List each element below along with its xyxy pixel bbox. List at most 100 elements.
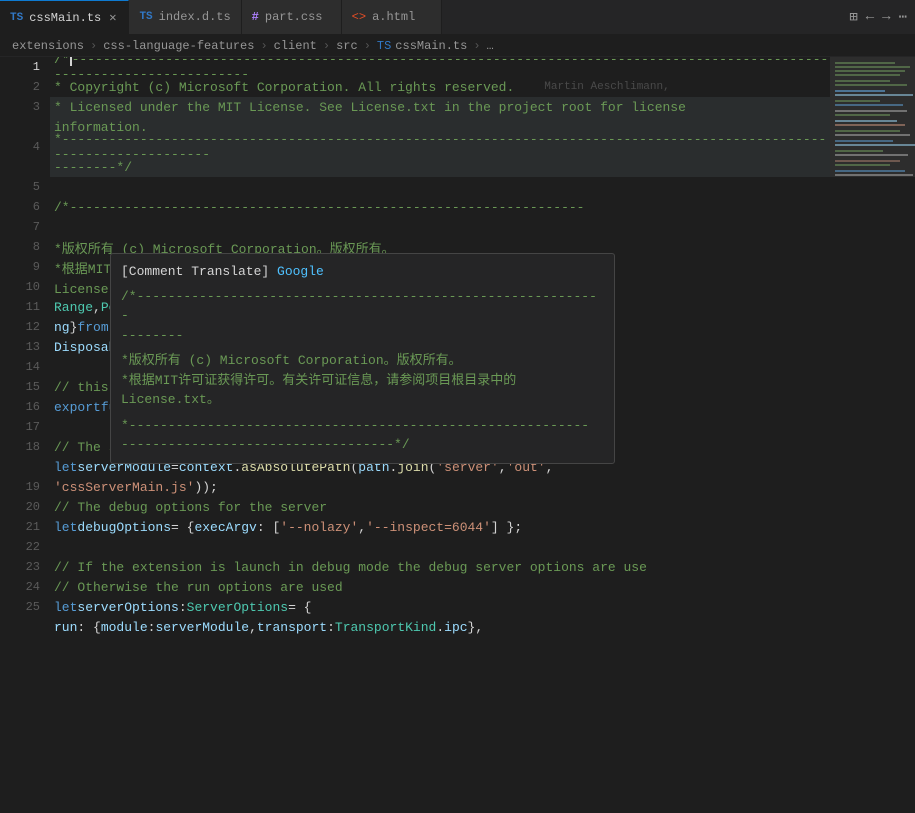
line-num-8: 8 (0, 237, 40, 257)
breadcrumb-css-lang[interactable]: css-language-features (103, 39, 254, 53)
minimap (830, 57, 915, 791)
tooltip-line-1: /*--------------------------------------… (121, 287, 604, 326)
code-line-22: // If the extension is launch in debug m… (50, 557, 830, 577)
breadcrumb-file[interactable]: cssMain.ts (395, 39, 467, 53)
breadcrumb-sep-1: › (90, 39, 97, 53)
tab-aHtml[interactable]: <> a.html (342, 0, 442, 34)
tab-cssMain-label: cssMain.ts (29, 11, 101, 25)
tooltip-body: /*--------------------------------------… (121, 287, 604, 455)
breadcrumb-sep-3: › (323, 39, 330, 53)
breadcrumb-client[interactable]: client (274, 39, 317, 53)
navigate-back-icon[interactable]: ← (866, 9, 874, 25)
blame-line-2: * Copyright (c) Microsoft Corporation. A… (50, 77, 830, 97)
breadcrumb: extensions › css-language-features › cli… (0, 35, 915, 57)
tab-indexDts-label: index.d.ts (159, 10, 231, 24)
line-23-text: // Otherwise the run options are used (54, 580, 343, 595)
line-num-18b (0, 457, 40, 477)
line-num-9: 9 (0, 257, 40, 277)
minimap-viewport[interactable] (830, 57, 915, 177)
line-numbers: 1 2 3 4 5 6 7 8 9 10 11 12 13 14 15 16 1… (0, 57, 50, 791)
blame-author: Martin Aeschlimann, (544, 81, 669, 93)
tooltip-line-4: *根据MIT许可证获得许可。有关许可证信息，请参阅项目根目录中的 (121, 371, 604, 391)
line-num-16: 16 (0, 397, 40, 417)
tab-cssMain[interactable]: TS cssMain.ts ✕ (0, 0, 129, 34)
code-line-19: // The debug options for the server (50, 497, 830, 517)
line-num-3b (0, 117, 40, 137)
tab-bar: TS cssMain.ts ✕ TS index.d.ts # part.css… (0, 0, 915, 35)
line-num-3: 3 (0, 97, 40, 117)
breadcrumb-ellipsis[interactable]: … (487, 39, 494, 53)
editor: 1 2 3 4 5 6 7 8 9 10 11 12 13 14 15 16 1… (0, 57, 915, 791)
code-line-21 (50, 537, 830, 557)
split-editor-icon[interactable]: ⊞ (849, 9, 857, 26)
code-line-23: // Otherwise the run options are used (50, 577, 830, 597)
line-num-7: 7 (0, 217, 40, 237)
blame-line-1: /*--------------------------------------… (50, 57, 830, 77)
code-line-7 (50, 217, 830, 237)
ts-icon: TS (10, 12, 23, 24)
more-actions-icon[interactable]: ⋯ (899, 9, 907, 26)
tab-close-cssMain[interactable]: ✕ (107, 10, 118, 25)
line-num-23: 23 (0, 557, 40, 577)
breadcrumb-sep-4: › (364, 39, 371, 53)
breadcrumb-ts-icon: TS (377, 39, 391, 53)
line-4b-text: --------*/ (54, 160, 132, 175)
line-6-text: /*--------------------------------------… (54, 200, 585, 215)
code-line-18b: 'cssServerMain.js')); (50, 477, 830, 497)
line-num-25: 25 (0, 597, 40, 617)
css-icon: # (252, 10, 259, 24)
tooltip-google-link[interactable]: Google (277, 264, 324, 279)
ts-icon-2: TS (139, 11, 152, 23)
html-icon: <> (352, 10, 366, 24)
tab-indexDts[interactable]: TS index.d.ts (129, 0, 241, 34)
breadcrumb-sep-2: › (260, 39, 267, 53)
breadcrumb-sep-5: › (473, 39, 480, 53)
line-num-2: 2 (0, 77, 40, 97)
line-2-code: * Copyright (c) Microsoft Corporation. A… (54, 80, 514, 95)
code-line-6: /*--------------------------------------… (50, 197, 830, 217)
tooltip-line-2: -------- (121, 326, 604, 346)
line-num-4b (0, 157, 40, 177)
line-num-4: 4 (0, 137, 40, 157)
tooltip-line-7: -----------------------------------*/ (121, 435, 604, 455)
line-num-21: 21 (0, 517, 40, 537)
tooltip-prefix: [Comment Translate] (121, 264, 277, 279)
line-15-export: export (54, 400, 101, 415)
code-line-20: let debugOptions = { execArgv: ['--nolaz… (50, 517, 830, 537)
tooltip-title: [Comment Translate] Google (121, 262, 604, 283)
code-line-25: run: { module: serverModule, transport: … (50, 617, 830, 637)
tab-partCss[interactable]: # part.css (242, 0, 342, 34)
line-num-18: 18 (0, 437, 40, 457)
line-num-5: 5 (0, 177, 40, 197)
line-3-text: * Licensed under the MIT License. See Li… (54, 100, 686, 115)
code-line-4b: --------*/ (50, 157, 830, 177)
line-19-text: // The debug options for the server (54, 500, 327, 515)
code-line-4: *---------------------------------------… (50, 137, 830, 157)
line-num-19: 19 (0, 477, 40, 497)
tooltip-line-5: License.txt。 (121, 390, 604, 410)
line-num-13: 13 (0, 337, 40, 357)
line-num-10: 10 (0, 277, 40, 297)
line-num-12: 12 (0, 317, 40, 337)
navigate-forward-icon[interactable]: → (882, 9, 890, 25)
line-22-text: // If the extension is launch in debug m… (54, 560, 647, 575)
tab-aHtml-label: a.html (372, 10, 415, 24)
line-num-20: 20 (0, 497, 40, 517)
breadcrumb-extensions[interactable]: extensions (12, 39, 84, 53)
translate-tooltip: [Comment Translate] Google /*-----------… (110, 253, 615, 464)
line-num-14: 14 (0, 357, 40, 377)
line-num-11: 11 (0, 297, 40, 317)
tab-actions: ⊞ ← → ⋯ (841, 0, 915, 34)
tab-partCss-label: part.css (265, 10, 323, 24)
line-num-24: 24 (0, 577, 40, 597)
code-line-5 (50, 177, 830, 197)
line-num-1: 1 (0, 57, 40, 77)
code-line-3: * Licensed under the MIT License. See Li… (50, 97, 830, 117)
tooltip-line-6: *---------------------------------------… (121, 416, 604, 436)
line-num-22: 22 (0, 537, 40, 557)
code-area[interactable]: /*--------------------------------------… (50, 57, 915, 791)
line-num-17: 17 (0, 417, 40, 437)
line-num-6: 6 (0, 197, 40, 217)
tooltip-line-3: *版权所有 (c) Microsoft Corporation。版权所有。 (121, 351, 604, 371)
breadcrumb-src[interactable]: src (336, 39, 358, 53)
